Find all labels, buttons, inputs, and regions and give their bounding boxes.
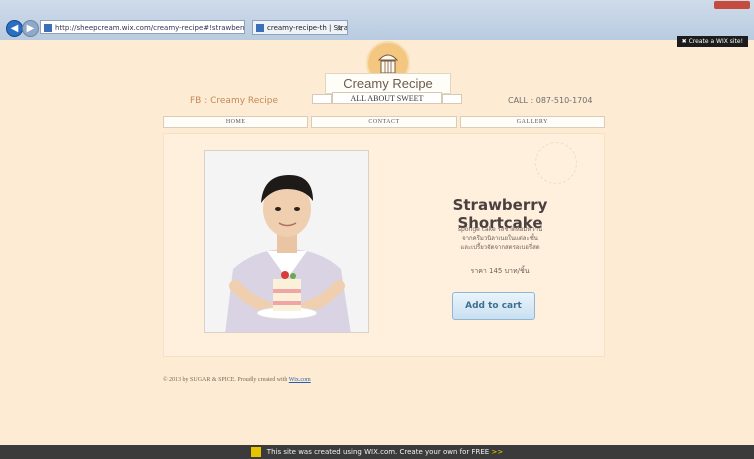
browser-toolbar: ◀ ▶ http://sheepcream.wix.com/creamy-rec…: [0, 0, 754, 40]
wix-banner[interactable]: This site was created using WIX.com. Cre…: [0, 445, 754, 459]
wix-banner-text: This site was created using WIX.com. Cre…: [266, 448, 490, 456]
back-button[interactable]: ◀: [6, 20, 23, 37]
tab-favicon-icon: [256, 24, 264, 32]
window-close-button[interactable]: [714, 1, 750, 9]
footer-credit-text: © 2013 by SUGAR & SPICE. Proudly created…: [163, 377, 289, 383]
description-line: และเปรี้ยวจัดจากสตรอเบอรี่สด: [460, 244, 540, 251]
facebook-label: FB : Creamy Recipe: [190, 96, 278, 106]
wix-badge-icon: [250, 447, 261, 457]
address-bar[interactable]: http://sheepcream.wix.com/creamy-recipe#…: [40, 20, 245, 34]
product-photo: [204, 150, 369, 333]
nav-gallery[interactable]: GALLERY: [459, 116, 605, 128]
create-wix-site-button[interactable]: ✖ Create a WIX site!: [676, 36, 748, 47]
wix-banner-go[interactable]: >>: [491, 448, 503, 456]
site-favicon-icon: [44, 24, 52, 32]
ribbon-tail-left: [312, 94, 332, 104]
nav-home[interactable]: HOME: [163, 116, 309, 128]
wix-link[interactable]: Wix.com: [289, 377, 311, 383]
call-label: CALL : 087-510-1704: [508, 96, 593, 105]
tagline: ALL ABOUT SWEET: [332, 92, 442, 104]
tagline-ribbon: ALL ABOUT SWEET: [312, 92, 462, 104]
description-line: จากครีมวนิลาเนยในแต่ละชั้น: [462, 235, 538, 242]
nav-contact[interactable]: CONTACT: [311, 116, 457, 128]
ribbon-tail-right: [442, 94, 462, 104]
decorative-ornament: [535, 142, 577, 184]
main-nav: HOME CONTACT GALLERY: [163, 116, 605, 128]
browser-tab[interactable]: creamy-recipe-th | Strawbe... ×: [252, 20, 348, 35]
product-description: sponge cake รสชาติหอมหวาน จากครีมวนิลาเน…: [410, 225, 590, 252]
close-tab-icon[interactable]: ×: [336, 21, 343, 34]
add-to-cart-button[interactable]: Add to cart: [452, 292, 535, 320]
product-price: ราคา 145 บาท/ชิ้น: [470, 267, 530, 275]
site-title: Creamy Recipe: [325, 73, 451, 94]
address-text: http://sheepcream.wix.com/creamy-recipe#…: [55, 24, 244, 32]
forward-button[interactable]: ▶: [22, 20, 39, 37]
footer-credit: © 2013 by SUGAR & SPICE. Proudly created…: [163, 377, 311, 383]
description-line: sponge cake รสชาติหอมหวาน: [457, 226, 543, 233]
